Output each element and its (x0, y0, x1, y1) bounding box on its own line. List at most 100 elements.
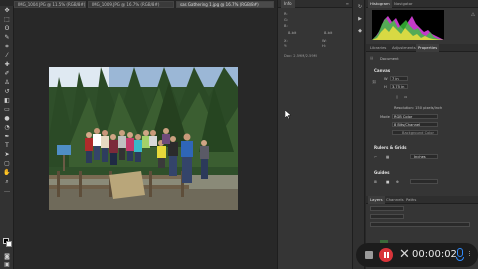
blur-tool-icon[interactable]: ● (3, 116, 11, 122)
eraser-tool-icon[interactable]: ◧ (3, 98, 11, 104)
tab-libraries[interactable]: Libraries (368, 44, 388, 52)
lasso-tool-icon[interactable]: ʘ (3, 26, 11, 32)
clone-stamp-icon[interactable]: ♙ (3, 80, 11, 86)
layers-header: Layers Channels Paths (366, 196, 478, 204)
lock-row (370, 222, 470, 227)
type-tool-icon[interactable]: T (3, 143, 11, 149)
grid-icon[interactable]: ▦ (386, 155, 389, 159)
healing-brush-icon[interactable]: ✚ (3, 62, 11, 68)
path-select-icon[interactable]: ➤ (3, 152, 11, 158)
bit-depth-right: 8-bit (324, 31, 333, 35)
microphone-icon[interactable] (457, 248, 463, 257)
document-icon: ▤ (370, 56, 374, 60)
tools-panel: ✥ ⬚ ʘ ✎ ⌗ ⁄ ✚ ✐ ♙ ↺ ◧ ▭ ● ◔ ✒ T ➤ ▢ ✋ ⌕ … (0, 6, 14, 269)
quick-mask-icon[interactable]: ◙ (3, 254, 11, 260)
guides-color-swatch[interactable]: ■ (386, 180, 389, 184)
w-label: W: (322, 39, 327, 43)
width-label: W (384, 77, 388, 81)
width-value: 7 in (392, 77, 399, 81)
tab-label: sas Gathering 1.jpg @ 16.7% (RGB/8#) (180, 2, 259, 7)
height-label: H (384, 85, 387, 89)
rulers-grids-title[interactable]: Rulers & Grids (374, 145, 407, 150)
tab-histogram[interactable]: Histogram (368, 0, 392, 8)
tab-paths[interactable]: Paths (404, 196, 418, 204)
group-photo-image (49, 67, 238, 210)
background-color-swatch[interactable] (6, 241, 12, 247)
history-brush-icon[interactable]: ↺ (3, 89, 11, 95)
pen-tool-icon[interactable]: ✒ (3, 134, 11, 140)
guide-style-select[interactable] (410, 179, 438, 184)
play-actions-icon[interactable]: ▶ (357, 16, 363, 22)
document-tab-1[interactable]: IMG_1004 JPG @ 11.5% (RGB/8#) (14, 1, 86, 8)
ruler-icon[interactable]: ⌐ (374, 155, 377, 159)
info-panel-header: Info ≡ (278, 0, 352, 8)
hand-tool-icon[interactable]: ✋ (3, 170, 11, 176)
rgb-b-label: B: (284, 24, 288, 28)
tab-navigator[interactable]: Navigator (392, 0, 415, 8)
bit-depth-value: 8 Bits/Channel (394, 123, 421, 127)
quick-select-icon[interactable]: ✎ (3, 35, 11, 41)
link-dimensions-icon[interactable]: ⛓ (372, 80, 377, 84)
shape-tool-icon[interactable]: ▢ (3, 161, 11, 167)
fill-value: Background Color (402, 131, 434, 135)
screen-recorder-controls: ✕ 00:00:02 (356, 243, 478, 267)
stop-recording-button[interactable] (365, 251, 373, 259)
collapsed-panel-strip: ↻ ▶ ◆ (352, 0, 365, 269)
guides-title[interactable]: Guides (374, 170, 389, 175)
document-label: Document (380, 57, 399, 61)
orientation-landscape-icon[interactable]: ▭ (404, 95, 407, 99)
histogram-graph (372, 10, 444, 40)
properties-header: Libraries Adjustments Properties (366, 44, 478, 52)
mode-value: RGB Color (394, 115, 413, 119)
y-label: Y: (284, 44, 287, 48)
styles-icon[interactable]: ◆ (357, 28, 363, 34)
tab-info[interactable]: Info (281, 0, 295, 8)
resolution-readout: Resolution: 150 pixels/inch (394, 106, 443, 110)
gradient-tool-icon[interactable]: ▭ (3, 107, 11, 113)
info-panel: Info ≡ R: G: B: 8-bit 8-bit X: Y: W: H: … (277, 0, 352, 269)
tab-label: IMG_1004 JPG @ 11.5% (RGB/8#) (18, 2, 86, 7)
panel-menu-icon[interactable]: ≡ (346, 0, 349, 8)
zoom-tool-icon[interactable]: ⌕ (3, 179, 11, 185)
orientation-portrait-icon[interactable]: ▯ (396, 95, 398, 99)
ruler-units-value: Inches (414, 155, 426, 159)
tab-adjustments[interactable]: Adjustments (390, 44, 418, 52)
tab-channels[interactable]: Channels (384, 196, 406, 204)
eyedropper-icon[interactable]: ⁄ (3, 53, 11, 59)
height-value: 3.75 in (392, 85, 405, 89)
mode-label: Mode (380, 115, 390, 119)
history-icon[interactable]: ↻ (357, 4, 363, 10)
document-tab-bar: IMG_1004 JPG @ 11.5% (RGB/8#) IMG_1009.J… (14, 0, 276, 8)
marquee-tool-icon[interactable]: ⬚ (3, 17, 11, 23)
tab-layers[interactable]: Layers (368, 196, 385, 204)
more-tools-icon[interactable]: … (3, 188, 11, 194)
blend-mode-select[interactable] (370, 214, 404, 219)
drag-handle-icon[interactable] (469, 250, 473, 260)
rgb-r-label: R: (284, 12, 288, 16)
histogram-refresh-icon[interactable]: ⚠ (470, 12, 476, 18)
move-tool-icon[interactable]: ✥ (3, 8, 11, 14)
dodge-tool-icon[interactable]: ◔ (3, 125, 11, 131)
screen-mode-icon[interactable]: ▣ (3, 262, 11, 268)
rgb-g-label: G: (284, 18, 288, 22)
recording-timer: 00:00:02 (412, 249, 457, 260)
right-panels: Histogram Navigator ⚠ Libraries Adjustme… (366, 0, 478, 269)
navigator-header: Histogram Navigator (366, 0, 478, 8)
photoshop-window: IMG_1004 JPG @ 11.5% (RGB/8#) IMG_1009.J… (0, 0, 478, 269)
document-tab-2[interactable]: IMG_1009.JPG @ 16.7% (RGB/8#) (88, 1, 174, 8)
layer-filter-select[interactable] (370, 206, 404, 211)
canvas-section-title[interactable]: Canvas (374, 68, 390, 73)
h-label: H: (322, 44, 326, 48)
guides-icon[interactable]: ⊞ (374, 180, 377, 184)
crop-tool-icon[interactable]: ⌗ (3, 44, 11, 50)
smart-guides-icon[interactable]: ⊕ (396, 180, 399, 184)
brush-tool-icon[interactable]: ✐ (3, 71, 11, 77)
microphone-stand-icon (456, 257, 464, 261)
cancel-recording-icon[interactable]: ✕ (399, 247, 410, 263)
document-tab-3[interactable]: sas Gathering 1.jpg @ 16.7% (RGB/8#) (176, 1, 274, 8)
canvas-area[interactable] (15, 8, 275, 269)
tab-properties[interactable]: Properties (416, 44, 440, 52)
x-label: X: (284, 39, 288, 43)
pause-recording-button[interactable] (379, 248, 393, 262)
tab-label: IMG_1009.JPG @ 16.7% (RGB/8#) (92, 2, 160, 7)
